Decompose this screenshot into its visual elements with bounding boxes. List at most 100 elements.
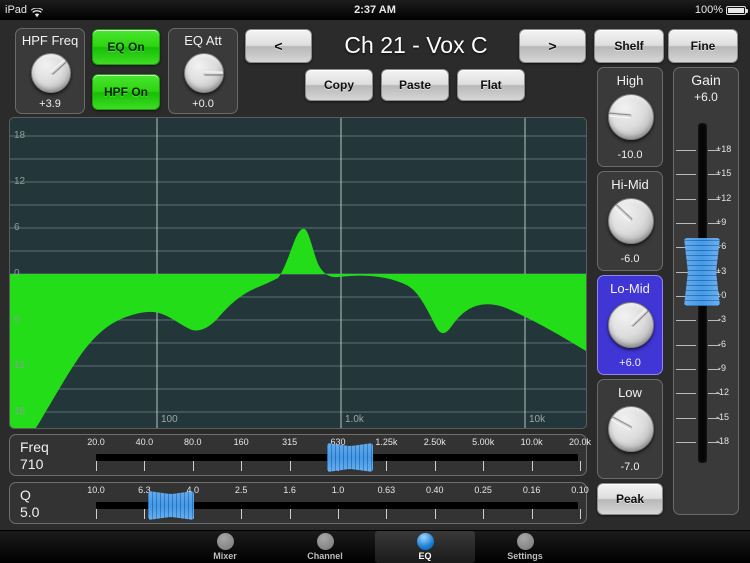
freq-slider-panel[interactable]: Freq 710 20.0 40.0 80.0 160 315 630 1.25k 2.50k… (9, 434, 591, 476)
gain-scale-label-2: +12 (716, 193, 732, 203)
q-slider-panel[interactable]: Q 5.0 10.0 6.3 4.0 2.5 1.6 1.0 0.63 0.40 0.25 0.1… (9, 482, 589, 524)
slider-tick (241, 461, 243, 471)
eq-att-panel[interactable]: EQ Att +0.0 (168, 28, 238, 114)
q-slider-label: Q (20, 487, 31, 503)
low-band-knob[interactable] (608, 406, 654, 452)
band-label-lo-mid: Lo-Mid (610, 281, 650, 296)
slider-tick (580, 461, 581, 471)
slider-tick (144, 461, 146, 471)
peak-button[interactable]: Peak (597, 483, 663, 515)
slider-tick (338, 509, 339, 519)
slider-tick-label: 2.5 (234, 485, 248, 495)
gain-scale-label-1: +15 (716, 168, 732, 178)
hi-mid-band-knob[interactable] (608, 198, 654, 244)
slider-tick (483, 509, 485, 519)
graph-y-label-18-top: 18 (14, 130, 26, 141)
hi-mid-band-knob-pointer (613, 204, 633, 223)
gain-fader-handle[interactable] (684, 238, 720, 306)
tab-settings-label: Settings (507, 551, 543, 561)
slider-tick-label: 160 (233, 437, 249, 447)
graph-y-label-12-bottom: 12 (14, 360, 26, 371)
eq-icon (416, 533, 434, 550)
freq-slider-value: 710 (20, 456, 44, 472)
graph-y-label-6-top: 6 (14, 222, 20, 233)
paste-button[interactable]: Paste (381, 69, 449, 101)
q-slider-handle[interactable] (148, 491, 195, 520)
band-panel-low[interactable]: Low -7.0 (597, 379, 663, 479)
high-band-knob[interactable] (608, 94, 654, 140)
slider-tick-label: 1.0 (331, 485, 345, 495)
tab-bar: Mixer Channel EQ Settings (0, 530, 750, 563)
lo-mid-band-knob-pointer (629, 308, 648, 327)
band-value-lo-mid: +6.0 (619, 357, 641, 369)
fine-button[interactable]: Fine (668, 29, 738, 63)
gain-scale-label-10: -12 (716, 387, 730, 397)
shelf-button[interactable]: Shelf (594, 29, 664, 63)
hpf-freq-value: +3.9 (39, 98, 61, 110)
lo-mid-band-knob[interactable] (608, 302, 654, 348)
slider-tick (96, 461, 97, 471)
hpf-freq-knob[interactable] (31, 53, 71, 93)
band-value-hi-mid: -6.0 (620, 253, 640, 265)
slider-tick (434, 461, 436, 471)
freq-slider-label: Freq (20, 439, 49, 455)
flat-button[interactable]: Flat (457, 69, 525, 101)
high-band-knob-pointer (608, 113, 632, 119)
gain-scale-label-7: -3 (718, 314, 727, 324)
prev-channel-button[interactable]: < (245, 29, 312, 63)
gain-scale-label-5: +3 (716, 266, 727, 276)
slider-tick (289, 509, 291, 519)
band-panel-hi-mid[interactable]: Hi-Mid -6.0 (597, 171, 663, 271)
eq-att-value: +0.0 (192, 98, 214, 110)
tab-settings[interactable]: Settings (475, 531, 575, 563)
eq-curve-graph[interactable]: 18 12 6 0 6 12 18 100 1.0k 10k (9, 117, 587, 429)
slider-tick-label: 10.0 (87, 485, 105, 495)
hpf-freq-panel[interactable]: HPF Freq +3.9 (15, 28, 85, 114)
graph-x-label-100: 100 (161, 414, 178, 425)
gain-scale-label-11: -15 (716, 412, 730, 422)
settings-icon (516, 533, 534, 550)
graph-x-label-1k: 1.0k (345, 414, 364, 425)
slider-tick-label: 315 (282, 437, 298, 447)
tab-channel[interactable]: Channel (275, 531, 375, 563)
clock-label: 2:37 AM (354, 4, 396, 16)
slider-tick-label: 5.00k (472, 437, 495, 447)
slider-tick (580, 509, 581, 519)
battery-icon (726, 5, 748, 15)
slider-tick-label: 2.50k (423, 437, 446, 447)
graph-y-label-12-top: 12 (14, 176, 26, 187)
slider-tick (96, 509, 97, 519)
copy-button[interactable]: Copy (305, 69, 373, 101)
eq-att-knob-pointer (204, 71, 223, 75)
tab-eq[interactable]: EQ (375, 531, 475, 563)
slider-tick-label: 80.0 (184, 437, 202, 447)
tab-mixer-label: Mixer (213, 551, 237, 561)
channel-icon (316, 533, 334, 550)
eq-on-button[interactable]: EQ On (92, 29, 160, 65)
status-bar: iPad 2:37 AM 100% (0, 0, 750, 20)
graph-x-label-10k: 10k (529, 414, 546, 425)
band-panel-high[interactable]: High -10.0 (597, 67, 663, 167)
freq-slider-handle[interactable] (327, 443, 374, 472)
gain-fader-panel[interactable]: Gain +6.0 +18 +15 +12 +9 +6 +3 +0 -3 -6 … (673, 67, 739, 515)
gain-scale-label-0: +18 (716, 144, 732, 154)
next-channel-button[interactable]: > (519, 29, 586, 63)
gain-scale-label-9: -9 (718, 363, 727, 373)
gain-scale-label-12: -18 (716, 436, 730, 446)
page-title: Ch 21 - Vox C (344, 32, 488, 58)
mixer-icon (216, 533, 234, 550)
tab-mixer[interactable]: Mixer (175, 531, 275, 563)
hpf-on-button[interactable]: HPF On (92, 74, 160, 110)
band-panel-lo-mid[interactable]: Lo-Mid +6.0 (597, 275, 663, 375)
eq-att-label: EQ Att (184, 33, 222, 48)
slider-tick-label: 0.16 (522, 485, 541, 495)
gain-label: Gain (691, 72, 721, 88)
hpf-freq-knob-pointer (49, 59, 67, 75)
slider-tick-label: 0.25 (474, 485, 492, 495)
slider-tick-label: 0.10 (571, 485, 589, 495)
slider-tick (289, 461, 291, 471)
slider-tick (531, 461, 533, 471)
eq-att-knob[interactable] (184, 53, 224, 93)
graph-y-label-6-bottom: 6 (14, 314, 20, 325)
status-bar-right: 100% (695, 0, 748, 20)
